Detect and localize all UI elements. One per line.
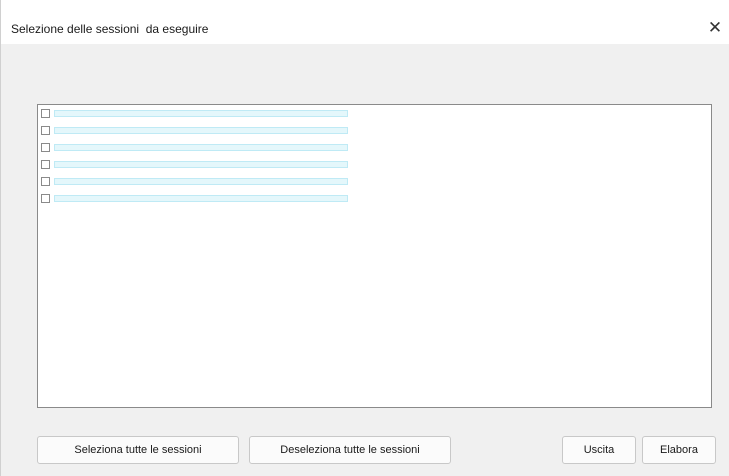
session-label: [54, 110, 348, 117]
dialog-title: Selezione delle sessioni da eseguire: [11, 22, 209, 36]
list-item[interactable]: [41, 176, 348, 187]
session-label: [54, 178, 348, 185]
title-bar[interactable]: Selezione delle sessioni da eseguire ✕: [1, 0, 729, 44]
list-item[interactable]: [41, 142, 348, 153]
session-list[interactable]: [37, 104, 712, 408]
session-checkbox[interactable]: [41, 160, 50, 169]
select-all-button[interactable]: Seleziona tutte le sessioni: [37, 436, 239, 464]
session-checkbox[interactable]: [41, 109, 50, 118]
deselect-all-button[interactable]: Deseleziona tutte le sessioni: [249, 436, 451, 464]
close-icon[interactable]: ✕: [701, 14, 729, 42]
session-checkbox[interactable]: [41, 177, 50, 186]
exit-button[interactable]: Uscita: [562, 436, 636, 464]
session-label: [54, 195, 348, 202]
list-item[interactable]: [41, 193, 348, 204]
list-item[interactable]: [41, 159, 348, 170]
session-selection-dialog: Selezione delle sessioni da eseguire ✕ S…: [0, 0, 729, 476]
list-item[interactable]: [41, 108, 348, 119]
session-label: [54, 127, 348, 134]
session-checkbox[interactable]: [41, 143, 50, 152]
session-checkbox[interactable]: [41, 126, 50, 135]
session-label: [54, 161, 348, 168]
list-item[interactable]: [41, 125, 348, 136]
process-button[interactable]: Elabora: [642, 436, 716, 464]
session-checkbox[interactable]: [41, 194, 50, 203]
session-label: [54, 144, 348, 151]
